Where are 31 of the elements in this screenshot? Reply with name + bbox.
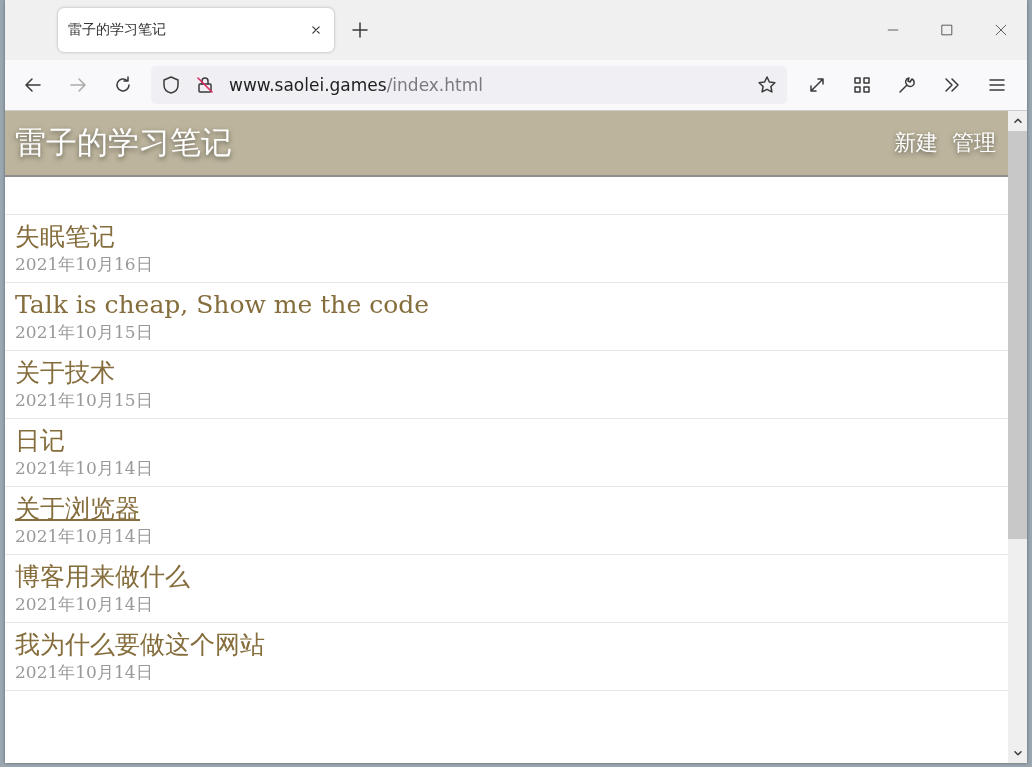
post-title-link[interactable]: 我为什么要做这个网站 (15, 628, 265, 661)
expand-arrows-icon[interactable] (807, 75, 827, 95)
post-title-link[interactable]: 关于浏览器 (15, 492, 140, 525)
qr-code-icon[interactable] (852, 75, 872, 95)
scrollbar-thumb[interactable] (1008, 131, 1027, 539)
post-date: 2021年10月14日 (15, 525, 153, 547)
post-title-link[interactable]: 关于技术 (15, 356, 115, 389)
scrollbar[interactable] (1008, 111, 1027, 763)
browser-tab[interactable]: 雷子的学习笔记 (58, 8, 334, 52)
post-date: 2021年10月16日 (15, 253, 153, 275)
post-date: 2021年10月14日 (15, 457, 153, 479)
post-title-link[interactable]: 日记 (15, 424, 65, 457)
close-icon[interactable] (993, 22, 1009, 38)
post-date: 2021年10月15日 (15, 321, 153, 343)
back-icon[interactable] (23, 75, 43, 95)
post-title-link[interactable]: 失眠笔记 (15, 220, 115, 253)
address-bar[interactable]: www.saolei.games/index.html (151, 66, 787, 104)
chevrons-icon[interactable] (942, 75, 962, 95)
insecure-lock-icon[interactable] (195, 75, 215, 95)
star-icon[interactable] (757, 75, 777, 95)
post-date: 2021年10月15日 (15, 389, 153, 411)
shield-icon[interactable] (161, 75, 181, 95)
reload-icon[interactable] (113, 75, 133, 95)
url-text: www.saolei.games/index.html (229, 75, 484, 95)
new-tab-icon[interactable] (350, 20, 370, 40)
post-title-link[interactable]: Talk is cheap, Show me the code (15, 288, 429, 321)
post-title-link[interactable]: 博客用来做什么 (15, 560, 190, 593)
wrench-icon[interactable] (897, 75, 917, 95)
post-date: 2021年10月14日 (15, 661, 153, 683)
post-date: 2021年10月14日 (15, 593, 153, 615)
maximize-icon[interactable] (939, 22, 955, 38)
